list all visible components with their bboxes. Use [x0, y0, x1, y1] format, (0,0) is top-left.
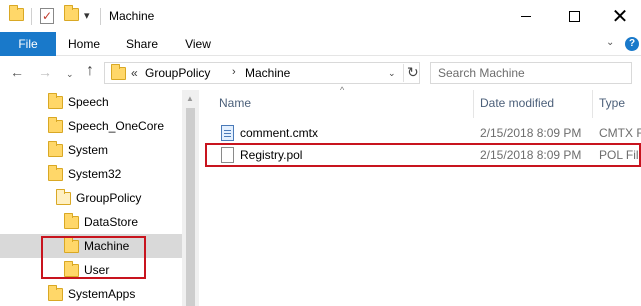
file-name: Registry.pol [240, 148, 303, 162]
help-icon[interactable]: ? [625, 37, 639, 51]
tree-item-label: Speech [68, 95, 109, 109]
file-type: POL File [599, 148, 641, 162]
file-list: ^ Name Date modified Type comment.cmtx 2… [207, 85, 641, 306]
refresh-icon[interactable]: ↻ [403, 64, 419, 82]
expand-ribbon-icon[interactable]: ⌄ [606, 37, 614, 48]
column-header-date-modified[interactable]: Date modified [480, 96, 554, 120]
address-bar[interactable]: « GroupPolicy › Machine ⌄ ↻ [104, 62, 420, 84]
column-divider[interactable] [592, 90, 593, 118]
tree-item-datastore[interactable]: DataStore [0, 210, 182, 234]
folder-icon [48, 285, 63, 301]
tree-item-label: System [68, 143, 109, 157]
file-row[interactable]: comment.cmtx 2/15/2018 8:09 PM CMTX F [207, 122, 641, 144]
tab-share[interactable]: Share [120, 32, 164, 56]
divider [31, 8, 32, 25]
sort-ascending-icon: ^ [340, 85, 345, 95]
folder-icon [64, 261, 79, 277]
tab-home[interactable]: Home [62, 32, 106, 56]
folder-icon [48, 141, 63, 157]
quick-access-dropdown-icon[interactable]: ▾ [84, 9, 90, 22]
column-header-type[interactable]: Type [599, 96, 625, 120]
file-date: 2/15/2018 8:09 PM [480, 126, 582, 140]
file-name: comment.cmtx [240, 126, 319, 140]
breadcrumb-machine[interactable]: Machine [245, 66, 290, 80]
column-header-name[interactable]: Name [219, 96, 251, 120]
breadcrumb-overflow[interactable]: « [131, 66, 138, 80]
folder-icon [64, 237, 79, 253]
divider [100, 8, 101, 25]
tree-item-system32[interactable]: System32 [0, 162, 182, 186]
minimize-button[interactable] [503, 0, 549, 32]
folder-icon [64, 213, 79, 229]
breadcrumb-separator-icon[interactable]: › [232, 66, 236, 78]
forward-button[interactable]: → [38, 65, 52, 79]
scroll-thumb[interactable] [186, 108, 195, 306]
tree-item-label: SystemApps [68, 287, 136, 301]
tab-file[interactable]: File [0, 32, 56, 56]
address-dropdown-icon[interactable]: ⌄ [388, 68, 396, 79]
file-type: CMTX F [599, 126, 641, 140]
search-input[interactable] [431, 63, 601, 83]
tree-item-label: Speech_OneCore [68, 119, 165, 133]
tree-item-label: System32 [68, 167, 122, 181]
properties-icon[interactable]: ✓ [40, 8, 54, 24]
navigation-scrollbar[interactable]: ▲ [182, 90, 199, 306]
folder-icon [48, 165, 63, 181]
ribbon-tabs: File Home Share View ⌄ ? [0, 32, 641, 56]
tab-view[interactable]: View [176, 32, 220, 56]
search-box[interactable] [430, 62, 632, 84]
tree-item-label: GroupPolicy [76, 191, 142, 205]
cmtx-file-icon [221, 125, 234, 141]
back-button[interactable]: ← [10, 65, 24, 79]
tree-item-label: DataStore [84, 215, 139, 229]
tree-item-machine[interactable]: Machine [0, 234, 182, 258]
window-title: Machine [109, 9, 155, 23]
new-folder-icon[interactable] [64, 5, 79, 21]
column-divider[interactable] [473, 90, 474, 118]
folder-icon [48, 93, 63, 109]
file-row[interactable]: Registry.pol 2/15/2018 8:09 PM POL File [207, 144, 641, 166]
breadcrumb-grouppolicy[interactable]: GroupPolicy [145, 66, 210, 80]
close-button[interactable]: ✕ [597, 0, 641, 32]
folder-icon [9, 5, 24, 21]
folder-open-icon [56, 189, 71, 205]
up-button[interactable]: ↑ [86, 63, 94, 79]
folder-icon [111, 64, 126, 80]
tree-item-speech[interactable]: Speech [0, 90, 182, 114]
pol-file-icon [221, 147, 234, 163]
tree-item-label: User [84, 263, 110, 277]
tree-item-label: Machine [84, 239, 130, 253]
folder-icon [48, 117, 63, 133]
maximize-button[interactable] [551, 0, 597, 32]
recent-locations-icon[interactable]: ⌄ [66, 67, 74, 81]
address-row: ← → ⌄ ↑ « GroupPolicy › Machine ⌄ ↻ [0, 56, 641, 90]
file-date: 2/15/2018 8:09 PM [480, 148, 582, 162]
navigation-pane: Speech Speech_OneCore System System32 Gr… [0, 90, 182, 306]
tree-item-user[interactable]: User [0, 258, 182, 282]
tree-item-systemapps[interactable]: SystemApps [0, 282, 182, 306]
tree-item-speech-onecore[interactable]: Speech_OneCore [0, 114, 182, 138]
scroll-up-icon[interactable]: ▲ [186, 94, 194, 103]
tree-item-system[interactable]: System [0, 138, 182, 162]
tree-item-grouppolicy[interactable]: GroupPolicy [0, 186, 182, 210]
title-bar: ✓ ▾ Machine ✕ [0, 0, 641, 32]
